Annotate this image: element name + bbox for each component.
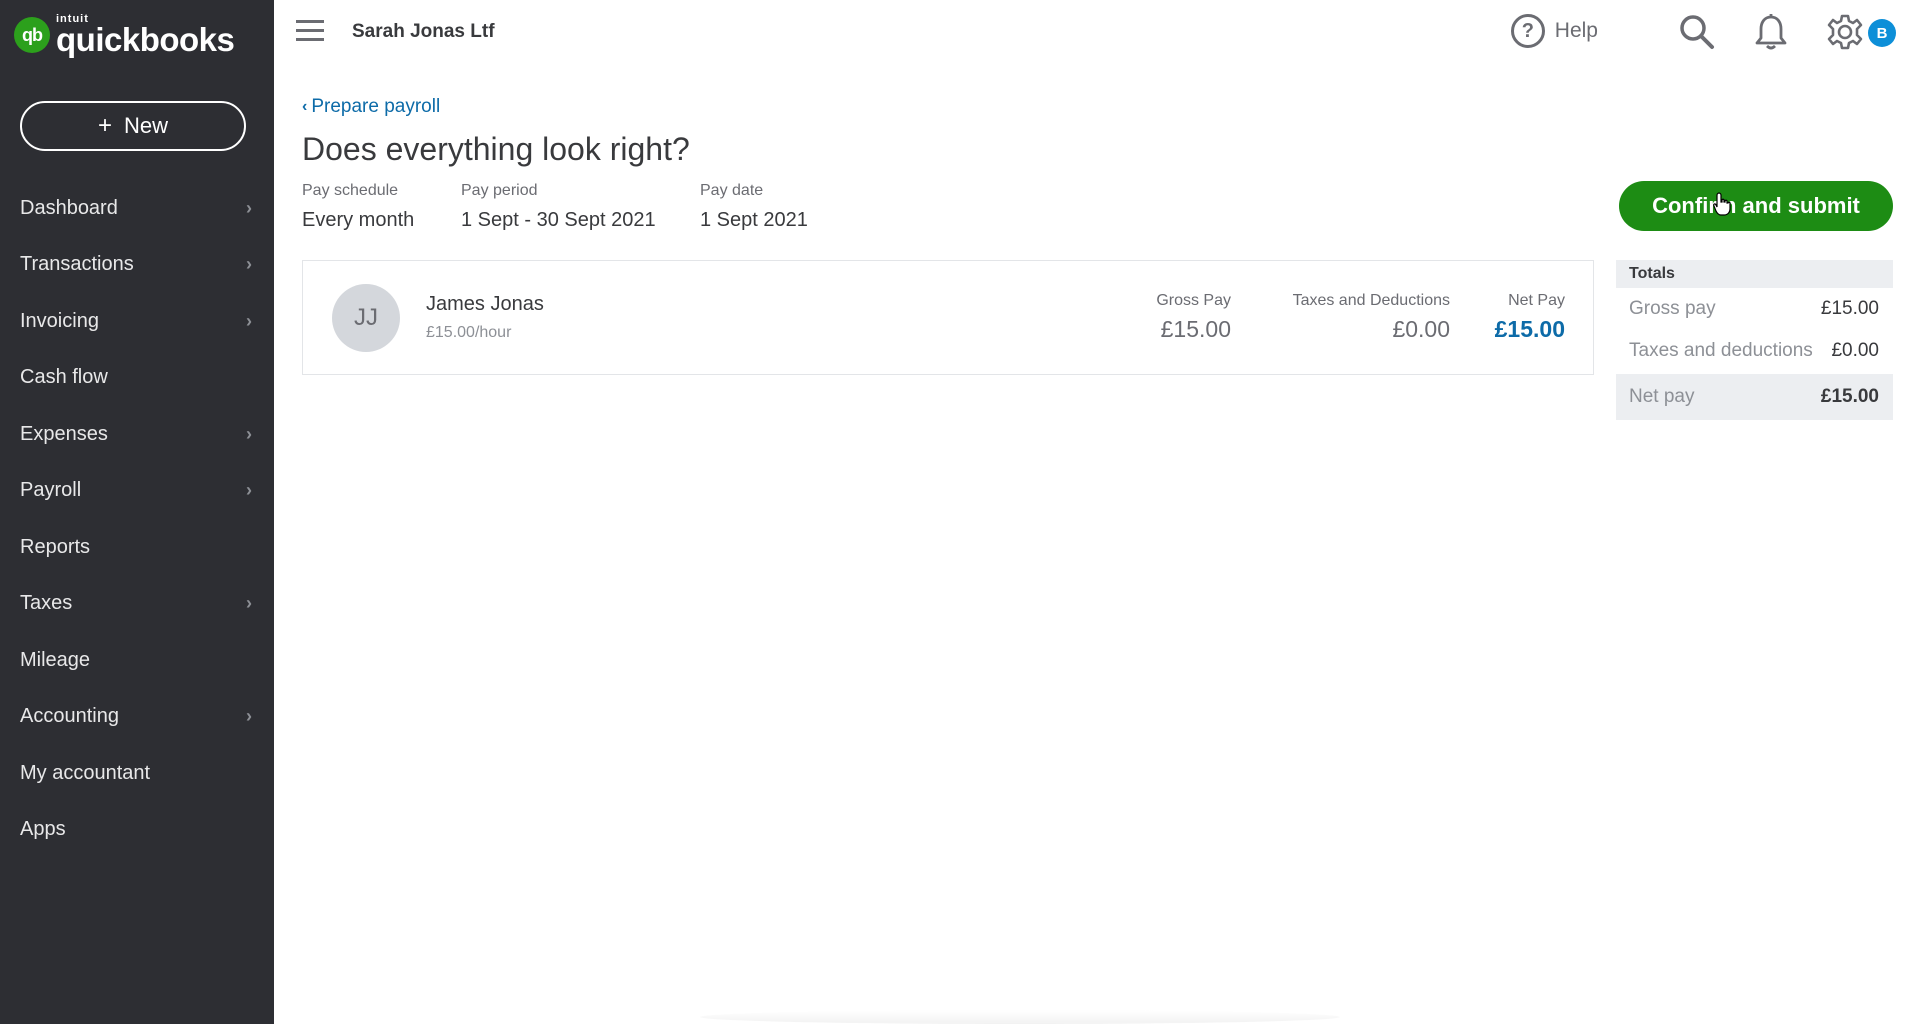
chevron-left-icon: ‹	[302, 98, 308, 115]
sidebar-item-label: Expenses	[20, 422, 108, 445]
employee-rate: £15.00/hour	[426, 324, 512, 341]
net-pay-value: £15.00	[1494, 316, 1565, 342]
sidebar-item-transactions[interactable]: Transactions ›	[0, 237, 274, 294]
employee-name: James Jonas	[426, 293, 544, 315]
sidebar-item-label: Payroll	[20, 479, 82, 502]
totals-gross-row: Gross pay £15.00	[1616, 288, 1893, 330]
bell-icon[interactable]	[1752, 13, 1790, 51]
help-button[interactable]: ? Help	[1510, 14, 1598, 48]
sidebar-item-reports[interactable]: Reports	[0, 519, 274, 576]
sidebar-item-mileage[interactable]: Mileage	[0, 632, 274, 689]
sidebar-item-apps[interactable]: Apps	[0, 802, 274, 859]
chevron-right-icon: ›	[246, 310, 252, 331]
confirm-and-submit-button[interactable]: Confirm and submit	[1619, 181, 1893, 231]
pay-period-label: Pay period	[461, 182, 538, 199]
search-icon[interactable]	[1678, 13, 1716, 51]
sidebar-item-accounting[interactable]: Accounting ›	[0, 689, 274, 746]
page-title: Does everything look right?	[302, 131, 690, 167]
top-bar: Sarah Jonas Ltf ? Help B	[274, 0, 1920, 64]
employee-row: JJ James Jonas £15.00/hour Gross Pay £15…	[302, 260, 1594, 375]
pay-date: Pay date 1 Sept 2021	[700, 182, 808, 232]
employee-gross-pay: Gross Pay £15.00	[1156, 292, 1231, 343]
taxes-label: Taxes and Deductions	[1292, 292, 1450, 309]
sidebar-item-label: Dashboard	[20, 196, 118, 219]
totals-taxes-label: Taxes and deductions	[1629, 340, 1813, 361]
sidebar-item-label: My accountant	[20, 761, 151, 784]
pay-schedule-value: Every month	[302, 209, 415, 231]
totals-taxes-row: Taxes and deductions £0.00	[1616, 330, 1893, 372]
employee-avatar: JJ	[332, 284, 400, 352]
quickbooks-logo[interactable]: qb intuit quickbooks	[14, 14, 235, 58]
sidebar-item-label: Accounting	[20, 705, 119, 728]
new-button-label: New	[124, 113, 169, 138]
sidebar-item-my-accountant[interactable]: My accountant	[0, 745, 274, 802]
totals-taxes-value: £0.00	[1831, 340, 1879, 361]
pay-date-value: 1 Sept 2021	[700, 209, 808, 231]
pay-date-label: Pay date	[700, 182, 764, 199]
sidebar-item-label: Transactions	[20, 253, 134, 276]
totals-gross-value: £15.00	[1820, 298, 1879, 319]
qb-logo-icon: qb	[14, 17, 50, 53]
hand-cursor-icon	[1713, 192, 1731, 216]
totals-net-label: Net pay	[1629, 386, 1695, 407]
back-link-label: Prepare payroll	[311, 96, 441, 117]
logo-wordmark: intuit quickbooks	[56, 14, 235, 58]
gear-icon[interactable]	[1826, 13, 1864, 51]
pay-schedule-label: Pay schedule	[302, 182, 399, 199]
new-button[interactable]: + New	[20, 101, 246, 151]
pay-period: Pay period 1 Sept - 30 Sept 2021	[461, 182, 656, 232]
sidebar-item-label: Taxes	[20, 592, 73, 615]
sidebar-nav: Dashboard › Transactions › Invoicing › Cash…	[0, 180, 274, 858]
sidebar-item-payroll[interactable]: Payroll ›	[0, 463, 274, 520]
employee-taxes: Taxes and Deductions £0.00	[1293, 292, 1450, 343]
chevron-right-icon: ›	[246, 480, 252, 501]
sidebar-item-cash-flow[interactable]: Cash flow	[0, 350, 274, 407]
user-avatar[interactable]: B	[1868, 19, 1896, 47]
plus-icon: +	[97, 112, 112, 139]
pay-schedule: Pay schedule Every month	[302, 182, 414, 232]
net-pay-label: Net Pay	[1508, 292, 1565, 309]
sidebar-item-dashboard[interactable]: Dashboard ›	[0, 180, 274, 237]
sidebar-item-expenses[interactable]: Expenses ›	[0, 406, 274, 463]
sidebar-item-label: Invoicing	[20, 309, 99, 332]
help-label: Help	[1554, 19, 1598, 42]
scroll-shadow	[700, 1010, 1340, 1024]
taxes-value: £0.00	[1392, 316, 1450, 342]
help-icon: ?	[1510, 14, 1545, 48]
sidebar-item-label: Mileage	[20, 648, 91, 671]
logo-quickbooks-text: quickbooks	[56, 21, 235, 58]
chevron-right-icon: ›	[246, 254, 252, 275]
sidebar-item-label: Reports	[20, 535, 91, 558]
totals-panel: Totals Gross pay £15.00 Taxes and deduct…	[1616, 260, 1893, 420]
totals-net-value: £15.00	[1820, 386, 1879, 407]
sidebar-item-invoicing[interactable]: Invoicing ›	[0, 293, 274, 350]
menu-icon[interactable]	[296, 20, 324, 42]
chevron-right-icon: ›	[246, 423, 252, 444]
pay-period-value: 1 Sept - 30 Sept 2021	[461, 209, 656, 231]
chevron-right-icon: ›	[246, 706, 252, 727]
gross-pay-label: Gross Pay	[1156, 292, 1231, 309]
totals-heading: Totals	[1616, 260, 1893, 288]
chevron-right-icon: ›	[246, 593, 252, 614]
sidebar-item-label: Cash flow	[20, 366, 108, 389]
sidebar-item-taxes[interactable]: Taxes ›	[0, 576, 274, 633]
employee-net-pay: Net Pay £15.00	[1495, 292, 1565, 343]
company-name: Sarah Jonas Ltf	[352, 21, 495, 42]
totals-gross-label: Gross pay	[1629, 298, 1716, 319]
chevron-right-icon: ›	[246, 197, 252, 218]
totals-net-row: Net pay £15.00	[1616, 374, 1893, 420]
sidebar-item-label: Apps	[20, 818, 66, 841]
back-link-prepare-payroll[interactable]: ‹ Prepare payroll	[302, 96, 440, 118]
sidebar: qb intuit quickbooks + New Dashboard › Tr…	[0, 0, 274, 1024]
gross-pay-value: £15.00	[1160, 316, 1231, 342]
